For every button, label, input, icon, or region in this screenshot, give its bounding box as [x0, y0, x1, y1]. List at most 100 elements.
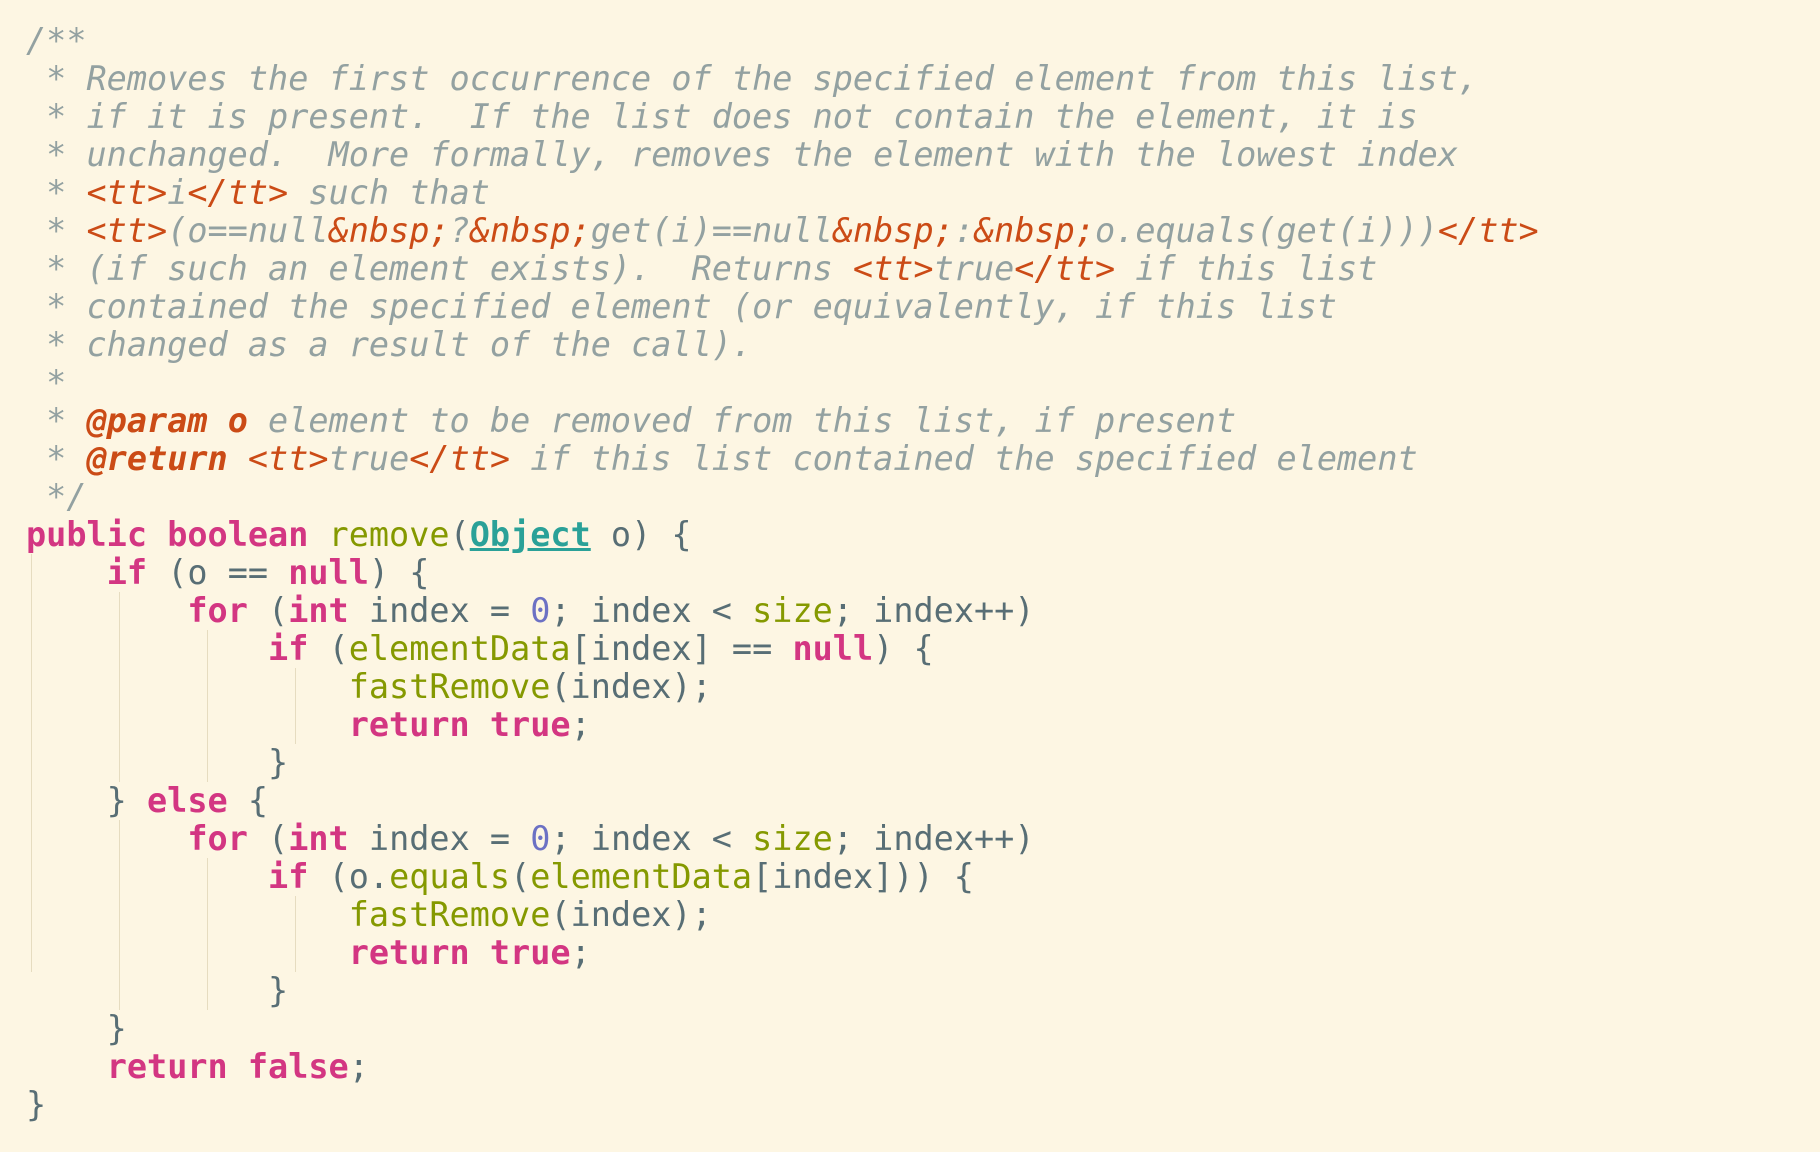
keyword-token: boolean — [167, 515, 309, 554]
comment-token — [208, 401, 228, 440]
comment-token: ? — [449, 211, 470, 250]
code-line[interactable]: * <tt>i</tt> such that — [26, 174, 1806, 212]
comment-token: such that — [288, 173, 490, 212]
code-token: ( — [308, 629, 349, 668]
code-token: (o == — [147, 553, 289, 592]
comment-token: * unchanged. More formally, removes the … — [26, 135, 1458, 174]
doc-html-tag-token: &nbsp; — [832, 211, 954, 250]
comment-token: * — [26, 401, 87, 440]
code-token: } — [26, 1085, 47, 1124]
code-token: ; index++) — [832, 819, 1035, 858]
code-token: } — [26, 743, 289, 782]
code-token: { — [227, 781, 269, 820]
code-line[interactable]: } — [26, 1086, 1806, 1124]
code-line[interactable]: return true; — [26, 934, 1806, 972]
comment-token: i — [167, 173, 188, 212]
type-link[interactable]: Object — [470, 515, 591, 554]
doc-html-tag-token: <tt> — [86, 211, 168, 250]
doc-html-tag-token: &nbsp; — [469, 211, 591, 250]
keyword-token: int — [288, 591, 349, 630]
code-token: [index])) { — [752, 857, 974, 896]
code-line[interactable]: fastRemove(index); — [26, 668, 1806, 706]
code-line[interactable]: } — [26, 744, 1806, 782]
keyword-token: for — [187, 819, 248, 858]
code-token: ) { — [368, 553, 430, 592]
comment-token: * — [26, 439, 87, 478]
code-token: ; index++) — [832, 591, 1035, 630]
doc-html-tag-token: </tt> — [1014, 249, 1116, 288]
code-token: ) { — [873, 629, 934, 668]
code-line[interactable]: if (o.equals(elementData[index])) { — [26, 858, 1806, 896]
code-line[interactable]: * unchanged. More formally, removes the … — [26, 136, 1806, 174]
code-line[interactable]: * @return <tt>true</tt> if this list con… — [26, 440, 1806, 478]
javadoc-tag-token: @return — [86, 439, 228, 478]
code-token: (o. — [308, 857, 390, 896]
comment-token: */ — [26, 477, 87, 516]
doc-html-tag-token: <tt> — [86, 173, 168, 212]
doc-html-tag-token: </tt> — [1437, 211, 1539, 250]
comment-token: /** — [26, 21, 87, 60]
code-line[interactable]: * if it is present. If the list does not… — [26, 98, 1806, 136]
code-line[interactable]: if (o == null) { — [26, 554, 1806, 592]
code-token: ; index < — [550, 819, 753, 858]
code-editor[interactable]: /** * Removes the first occurrence of th… — [26, 22, 1806, 1124]
field-token: size — [752, 591, 833, 630]
code-line[interactable]: } — [26, 1010, 1806, 1048]
code-line[interactable]: for (int index = 0; index < size; index+… — [26, 820, 1806, 858]
comment-token: * (if such an element exists). Returns — [26, 249, 853, 288]
code-line[interactable]: * <tt>(o==null&nbsp;?&nbsp;get(i)==null&… — [26, 212, 1806, 250]
keyword-token: if — [268, 857, 309, 896]
code-line[interactable]: if (elementData[index] == null) { — [26, 630, 1806, 668]
code-line[interactable]: } else { — [26, 782, 1806, 820]
comment-token: if this list contained the specified ele… — [510, 439, 1418, 478]
code-token: ; — [570, 933, 591, 972]
doc-html-tag-token: </tt> — [409, 439, 511, 478]
comment-token — [228, 439, 248, 478]
code-line[interactable]: * Removes the first occurrence of the sp… — [26, 60, 1806, 98]
doc-html-tag-token: &nbsp; — [973, 211, 1095, 250]
code-line[interactable]: /** — [26, 22, 1806, 60]
code-token: ; — [348, 1047, 369, 1086]
code-line[interactable]: * (if such an element exists). Returns <… — [26, 250, 1806, 288]
code-line[interactable]: * @param o element to be removed from th… — [26, 402, 1806, 440]
doc-html-tag-token: </tt> — [187, 173, 289, 212]
code-token: } — [26, 971, 289, 1010]
code-line[interactable]: } — [26, 972, 1806, 1010]
keyword-token: null — [288, 553, 369, 592]
code-line[interactable]: * contained the specified element (or eq… — [26, 288, 1806, 326]
comment-token: get(i)==null — [590, 211, 833, 250]
comment-token: * — [26, 211, 87, 250]
comment-token: * changed as a result of the call). — [26, 325, 753, 364]
code-line[interactable]: fastRemove(index); — [26, 896, 1806, 934]
keyword-token: null — [792, 629, 874, 668]
comment-token: * contained the specified element (or eq… — [26, 287, 1337, 326]
comment-token: if this list — [1115, 249, 1378, 288]
comment-token: * — [26, 363, 67, 402]
code-line[interactable]: return true; — [26, 706, 1806, 744]
code-line[interactable]: * changed as a result of the call). — [26, 326, 1806, 364]
code-token: } — [26, 781, 148, 820]
comment-token: true — [328, 439, 410, 478]
code-line[interactable]: */ — [26, 478, 1806, 516]
code-line[interactable]: * — [26, 364, 1806, 402]
code-line[interactable]: public boolean remove(Object o) { — [26, 516, 1806, 554]
number-token: 0 — [530, 591, 551, 630]
keyword-token: for — [187, 591, 248, 630]
code-line[interactable]: return false; — [26, 1048, 1806, 1086]
comment-token: o.equals(get(i))) — [1095, 211, 1438, 250]
code-token: [index] == — [570, 629, 793, 668]
method-name-token: fastRemove — [348, 667, 551, 706]
code-line[interactable]: for (int index = 0; index < size; index+… — [26, 592, 1806, 630]
